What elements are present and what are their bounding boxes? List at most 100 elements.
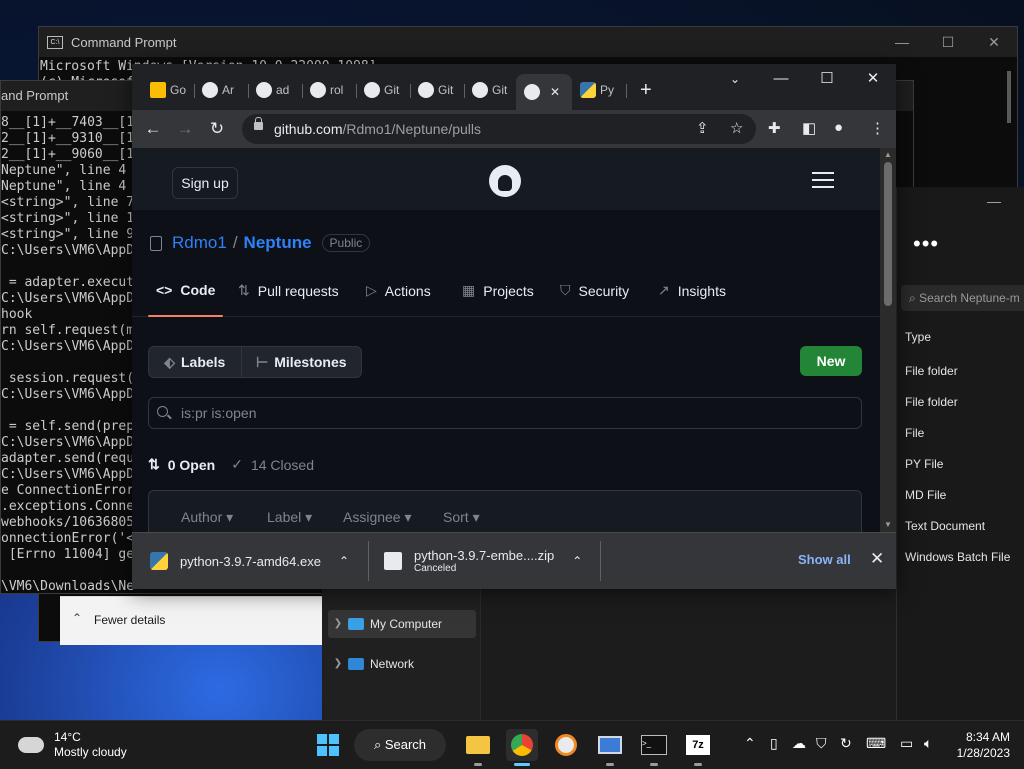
browser-tab[interactable]: Git bbox=[364, 78, 404, 102]
download-item[interactable]: python-3.9.7-embe....zip Canceled ⌃ bbox=[384, 533, 582, 589]
more-options-icon[interactable]: ••• bbox=[913, 231, 939, 257]
image-app[interactable] bbox=[594, 729, 626, 766]
extensions-icon[interactable]: ✚ bbox=[768, 119, 781, 137]
hamburger-menu-icon[interactable] bbox=[812, 172, 834, 193]
tab-insights[interactable]: ↗ Insights bbox=[658, 282, 726, 299]
weather-widget[interactable]: 14°C Mostly cloudy bbox=[14, 730, 127, 760]
show-all-downloads-link[interactable]: Show all bbox=[798, 552, 851, 567]
share-icon[interactable]: ⇪ bbox=[696, 119, 709, 137]
scroll-down-icon[interactable]: ▼ bbox=[884, 520, 892, 529]
tab-search-icon[interactable]: ⌄ bbox=[712, 64, 758, 96]
repo-owner-link[interactable]: Rdmo1 bbox=[172, 233, 227, 253]
browser-tab[interactable]: Go bbox=[150, 78, 188, 102]
github-logo-icon[interactable] bbox=[489, 165, 521, 197]
network-icon[interactable]: ▭ bbox=[900, 735, 913, 752]
file-type[interactable]: File bbox=[905, 426, 924, 440]
file-type[interactable]: PY File bbox=[905, 457, 943, 471]
start-button[interactable] bbox=[312, 729, 344, 761]
volume-icon[interactable]: 🔈︎ bbox=[924, 735, 932, 752]
pr-filter-search[interactable] bbox=[148, 397, 862, 429]
bookmark-star-icon[interactable]: ☆ bbox=[730, 119, 743, 137]
maximize-button[interactable]: ☐ bbox=[925, 27, 971, 57]
security-shield-icon[interactable]: ⛉ bbox=[816, 735, 827, 752]
file-type[interactable]: MD File bbox=[905, 488, 946, 502]
cloud-icon[interactable]: ☁ bbox=[792, 735, 806, 752]
browser-tab[interactable]: Git bbox=[472, 78, 512, 102]
tab-actions[interactable]: ▷ Actions bbox=[366, 282, 431, 299]
sort-filter[interactable]: Sort ▾ bbox=[443, 509, 480, 526]
tray-device-icon[interactable]: ▯ bbox=[770, 735, 778, 752]
chevron-right-icon[interactable]: ❯ bbox=[328, 650, 348, 678]
chevron-up-icon[interactable]: ⌃ bbox=[572, 554, 582, 568]
close-tab-icon[interactable]: ✕ bbox=[550, 85, 560, 99]
label-filter[interactable]: Label ▾ bbox=[267, 509, 312, 526]
browser-tab[interactable]: Py bbox=[580, 78, 620, 102]
chevron-up-icon[interactable]: ⌃ bbox=[339, 554, 349, 568]
repo-name-link[interactable]: Neptune bbox=[244, 233, 312, 253]
chevron-up-icon[interactable]: ⌃ bbox=[744, 735, 756, 752]
browser-tab[interactable]: ad bbox=[256, 78, 296, 102]
browser-tab[interactable]: Git bbox=[418, 78, 458, 102]
scroll-thumb[interactable] bbox=[884, 162, 892, 306]
cmd-back-scrollbar[interactable] bbox=[1007, 71, 1011, 123]
cmd-back-titlebar[interactable]: C:\ Command Prompt — ☐ ✕ bbox=[39, 27, 1017, 57]
update-icon[interactable]: ↻ bbox=[840, 735, 852, 752]
file-explorer-app[interactable] bbox=[462, 729, 494, 766]
minimize-button[interactable]: — bbox=[879, 27, 925, 57]
chrome-window[interactable]: Go Ar ad rol Git Git Git ✕ Py + ⌄ — ☐ ✕ … bbox=[132, 64, 896, 589]
new-pull-request-button[interactable]: New bbox=[800, 346, 862, 376]
maximize-button[interactable]: ☐ bbox=[804, 64, 850, 96]
author-filter[interactable]: Author ▾ bbox=[181, 509, 233, 526]
closed-prs-link[interactable]: ✓ 14 Closed bbox=[231, 456, 314, 473]
forward-icon[interactable]: → bbox=[172, 118, 198, 140]
browser-tab[interactable]: Ar bbox=[202, 78, 242, 102]
scroll-up-icon[interactable]: ▲ bbox=[884, 150, 892, 159]
close-download-shelf-icon[interactable]: ✕ bbox=[870, 549, 884, 569]
side-panel-icon[interactable]: ◧ bbox=[802, 119, 816, 137]
taskbar-search-button[interactable]: ⌕ Search bbox=[354, 729, 446, 761]
tab-projects[interactable]: ▦ Projects bbox=[462, 282, 534, 299]
file-type[interactable]: Text Document bbox=[905, 519, 985, 533]
assignee-filter[interactable]: Assignee ▾ bbox=[343, 509, 412, 526]
back-icon[interactable]: ← bbox=[140, 118, 166, 140]
file-explorer-window[interactable]: — ••• ⌕ Search Neptune-m Type File folde… bbox=[896, 187, 1024, 720]
file-type[interactable]: File folder bbox=[905, 364, 958, 378]
browser-tab[interactable]: rol bbox=[310, 78, 350, 102]
download-item[interactable]: python-3.9.7-amd64.exe ⌃ bbox=[150, 533, 349, 589]
chrome-app[interactable] bbox=[506, 729, 538, 766]
file-type[interactable]: File folder bbox=[905, 395, 958, 409]
file-type[interactable]: Windows Batch File bbox=[905, 550, 1010, 564]
7zip-app[interactable]: 7z bbox=[682, 729, 714, 766]
url-text[interactable]: github.com/Rdmo1/Neptune/pulls bbox=[274, 121, 481, 137]
chevron-right-icon[interactable]: ❯ bbox=[328, 610, 348, 638]
nav-item-my-computer[interactable]: ❯ My Computer bbox=[328, 610, 476, 638]
filter-input[interactable] bbox=[179, 404, 783, 422]
close-button[interactable]: ✕ bbox=[971, 27, 1017, 57]
reload-icon[interactable]: ↻ bbox=[204, 118, 230, 140]
terminal-app[interactable]: >_ bbox=[638, 729, 670, 766]
labels-button[interactable]: ⬖ Labels bbox=[149, 347, 242, 377]
minimize-button[interactable]: — bbox=[987, 193, 1001, 209]
explorer-window-lower[interactable]: ❯ My Computer ❯ Network bbox=[322, 588, 896, 720]
app-shortcut[interactable] bbox=[550, 729, 582, 761]
menu-kebab-icon[interactable]: ⋮ bbox=[870, 119, 885, 137]
browser-tab-active[interactable]: ✕ bbox=[516, 74, 572, 110]
explorer-search-input[interactable]: ⌕ Search Neptune-m bbox=[901, 285, 1024, 311]
new-tab-button[interactable]: + bbox=[640, 78, 660, 102]
minimize-button[interactable]: — bbox=[758, 64, 804, 96]
address-bar[interactable]: github.com/Rdmo1/Neptune/pulls ⇪ ☆ bbox=[242, 114, 756, 144]
tab-pull-requests[interactable]: ⇅ Pull requests bbox=[238, 282, 339, 299]
profile-icon[interactable]: ● bbox=[834, 119, 843, 136]
tab-code[interactable]: <> Code bbox=[147, 282, 224, 317]
fewer-details-toggle[interactable]: ⌃ Fewer details bbox=[60, 596, 322, 645]
sign-up-button[interactable]: Sign up bbox=[172, 167, 238, 199]
nav-item-network[interactable]: ❯ Network bbox=[328, 650, 476, 678]
close-button[interactable]: ✕ bbox=[850, 64, 896, 96]
page-scrollbar[interactable]: ▲ ▼ bbox=[880, 148, 896, 532]
keyboard-icon[interactable]: ⌨ bbox=[866, 735, 886, 752]
column-header-type[interactable]: Type bbox=[905, 330, 931, 344]
milestones-button[interactable]: ⊢ Milestones bbox=[242, 347, 361, 377]
tab-security[interactable]: ⛉ Security bbox=[560, 282, 629, 299]
clock[interactable]: 8:34 AM 1/28/2023 bbox=[952, 729, 1010, 761]
open-prs-link[interactable]: ⇅ 0 Open bbox=[148, 456, 215, 473]
